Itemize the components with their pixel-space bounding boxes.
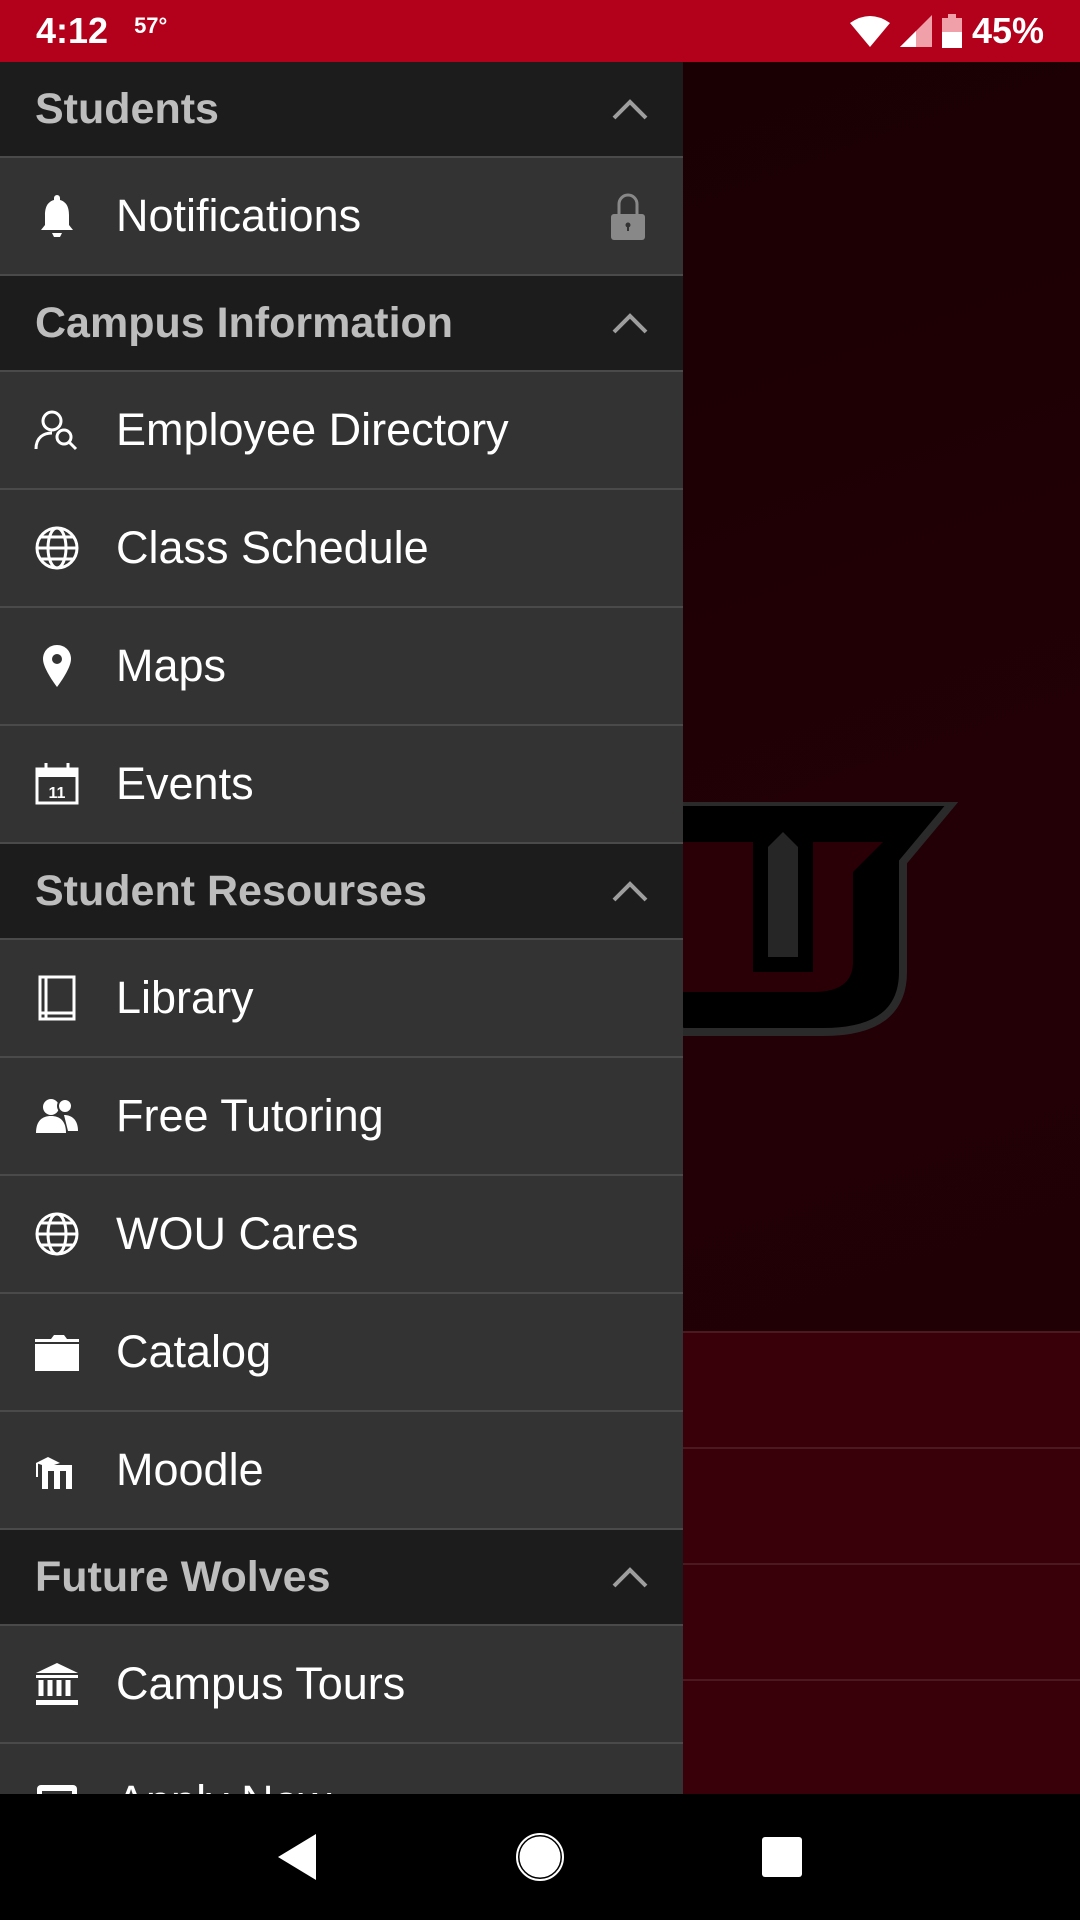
drawer-item-label: Maps [116, 640, 227, 691]
drawer-item[interactable]: Free Tutoring [0, 1058, 683, 1176]
status-bar: 4:12 57° 45% [0, 0, 1080, 62]
temperature: 57° [134, 13, 168, 38]
drawer-item-label: Free Tutoring [116, 1090, 384, 1141]
drawer-item[interactable]: Class Schedule [0, 490, 683, 608]
drawer-item-label: Events [116, 758, 254, 809]
list-row[interactable] [683, 1331, 1080, 1447]
wifi-icon [849, 16, 890, 47]
drawer-item[interactable]: Employee Directory [0, 372, 683, 490]
battery-icon [941, 14, 962, 48]
lock-icon [611, 193, 645, 240]
calendar-icon: 11 [35, 763, 79, 805]
signal-icon [899, 15, 932, 47]
drawer-item[interactable]: WOU Cares [0, 1176, 683, 1294]
drawer-item[interactable]: Apply Now [0, 1744, 683, 1794]
institution-icon [36, 1663, 78, 1705]
home-icon[interactable] [515, 1832, 565, 1882]
recents-icon[interactable] [761, 1837, 802, 1877]
person-search-icon [34, 410, 78, 451]
chevron-up-icon[interactable] [612, 312, 648, 334]
calendar-day: 11 [49, 785, 66, 802]
wou-logo [683, 802, 959, 1036]
list-row[interactable] [683, 1679, 1080, 1794]
list-row[interactable] [683, 1563, 1080, 1679]
drawer-item-label: Library [116, 972, 254, 1023]
drawer-item-label: Apply Now [116, 1776, 331, 1794]
chevron-up-icon[interactable] [612, 880, 648, 902]
section-title: Future Wolves [35, 1552, 331, 1601]
drawer-item[interactable]: Library [0, 940, 683, 1058]
form-icon [37, 1785, 77, 1794]
background-list [683, 1331, 1080, 1794]
list-row[interactable] [683, 1447, 1080, 1563]
globe-icon [35, 1212, 79, 1256]
background-content [683, 62, 1080, 1794]
globe-icon [35, 526, 79, 570]
section-title: Student Resourses [35, 866, 427, 915]
drawer-item-label: Moodle [116, 1444, 264, 1495]
drawer-item[interactable]: Campus Tours [0, 1626, 683, 1744]
drawer-item[interactable]: Catalog [0, 1294, 683, 1412]
book-icon [38, 975, 76, 1021]
drawer-item-label: Employee Directory [116, 404, 509, 455]
drawer-item-label: Notifications [116, 190, 362, 241]
drawer-item-label: Catalog [116, 1326, 272, 1377]
drawer-item[interactable]: 11 Events [0, 726, 683, 844]
drawer-item-label: WOU Cares [116, 1208, 359, 1259]
drawer-item[interactable]: Moodle [0, 1412, 683, 1530]
section-header[interactable]: Campus Information [0, 276, 683, 372]
section-title: Students [35, 84, 219, 133]
battery-percent: 45% [971, 10, 1044, 51]
system-nav-bar [0, 1794, 1080, 1920]
section-title: Campus Information [35, 298, 454, 347]
chevron-up-icon[interactable] [612, 1566, 648, 1588]
navigation-drawer: Students Notifications Campus Information E… [0, 62, 683, 1794]
drawer-item[interactable]: Maps [0, 608, 683, 726]
bell-icon [41, 195, 73, 237]
section-header[interactable]: Student Resourses [0, 844, 683, 940]
section-header[interactable]: Future Wolves [0, 1530, 683, 1626]
drawer-item-label: Class Schedule [116, 522, 429, 573]
people-icon [36, 1098, 78, 1133]
moodle-icon [36, 1457, 72, 1489]
drawer-item-label: Campus Tours [116, 1658, 406, 1709]
map-pin-icon [43, 645, 71, 687]
back-icon[interactable] [278, 1834, 318, 1880]
folder-icon [35, 1335, 79, 1371]
drawer-item[interactable]: Notifications [0, 158, 683, 276]
clock: 4:12 [36, 10, 109, 51]
section-header[interactable]: Students [0, 62, 683, 158]
chevron-up-icon[interactable] [612, 98, 648, 120]
